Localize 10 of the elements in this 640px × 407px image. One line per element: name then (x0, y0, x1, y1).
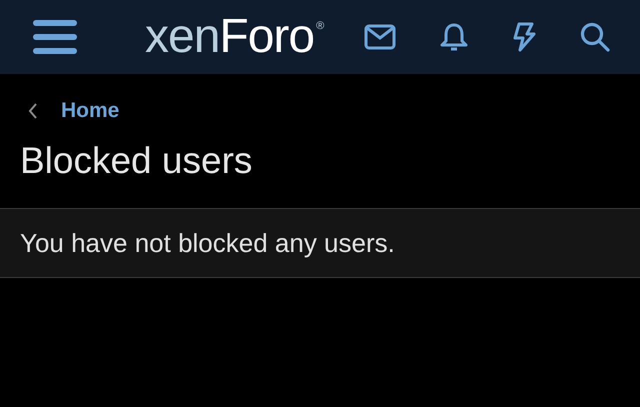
page-title: Blocked users (20, 139, 252, 183)
menu-icon[interactable] (33, 20, 77, 54)
chevron-left-icon (28, 103, 38, 119)
bell-icon[interactable] (440, 22, 468, 52)
breadcrumb-link[interactable]: Home (61, 95, 120, 127)
site-logo[interactable]: xenForo® (145, 13, 324, 61)
lightning-icon[interactable] (512, 22, 536, 52)
mail-icon[interactable] (364, 24, 396, 50)
search-icon[interactable] (580, 22, 610, 52)
empty-message: You have not blocked any users. (20, 226, 395, 260)
